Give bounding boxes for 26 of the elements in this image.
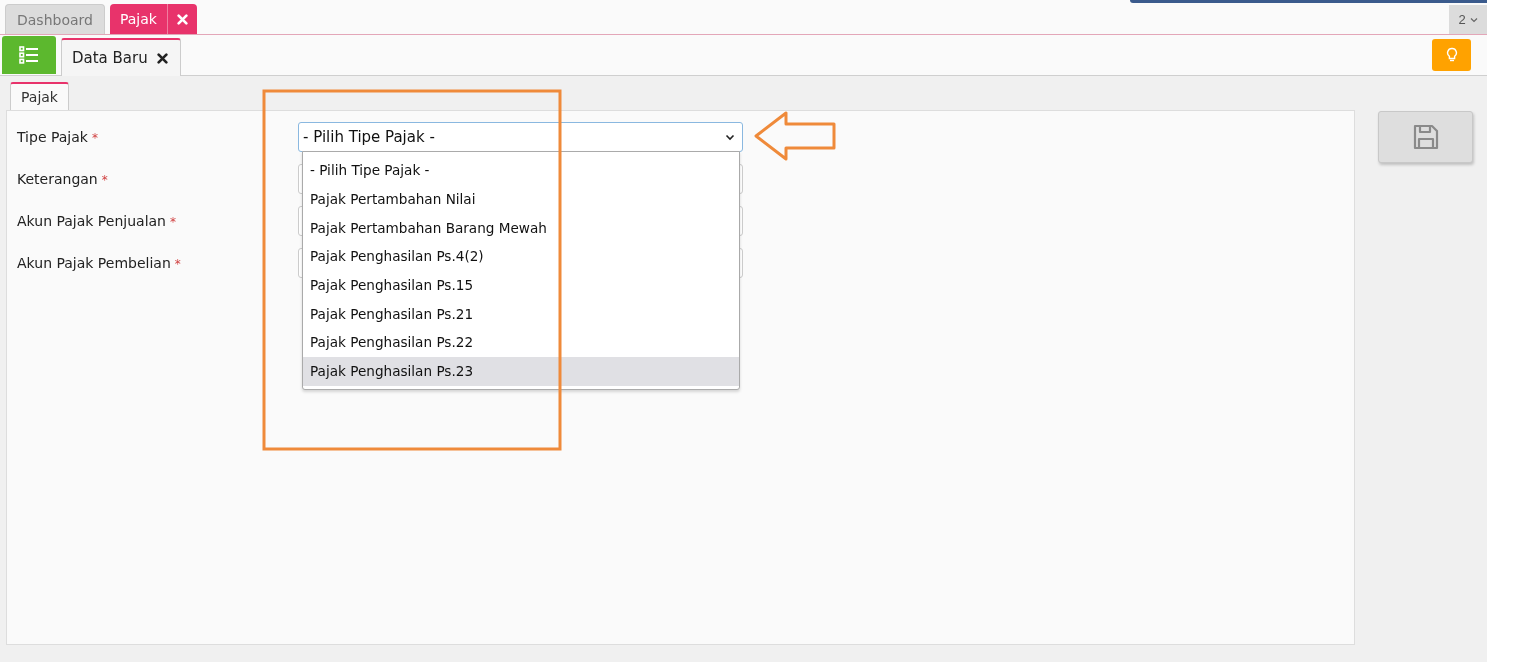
dropdown-option[interactable]: Pajak Penghasilan Ps.4(2) [303, 242, 739, 271]
tab[interactable]: Pajak [10, 82, 69, 110]
lightbulb-button[interactable] [1432, 39, 1471, 71]
list-button[interactable] [2, 36, 56, 74]
field-label: Tipe Pajak * [16, 129, 99, 145]
dropdown-option[interactable]: Pajak Penghasilan Ps.15 [303, 270, 739, 300]
dropdown-option[interactable]: Pajak Penghasilan Ps.23 [303, 356, 739, 386]
arrow-icon [754, 111, 836, 161]
chevron-icon [1469, 16, 1478, 23]
field-label: Keterangan * [16, 171, 109, 187]
dropdown-option[interactable]: Pajak Penghasilan Ps.22 [303, 328, 739, 357]
field-label: Akun Pajak Penjualan * [16, 213, 177, 229]
page-selector[interactable]: 2 [1449, 5, 1487, 34]
dropdown-option[interactable]: Pajak Penghasilan Ps.21 [303, 299, 739, 329]
list-icon [19, 46, 39, 64]
dropdown-option[interactable]: - Pilih Tipe Pajak - [303, 156, 739, 185]
field-label: Akun Pajak Pembelian * [16, 255, 182, 271]
close-icon[interactable] [156, 52, 168, 64]
chevron-icon [725, 133, 735, 141]
select-field[interactable]: - Pilih Tipe Pajak - [298, 122, 743, 152]
save-button[interactable] [1378, 111, 1473, 163]
dropdown-option[interactable]: Pajak Pertambahan Nilai [303, 184, 739, 214]
tab[interactable]: Pajak [109, 4, 197, 34]
dropdown-option[interactable]: Pajak Pertambahan Barang Mewah [303, 213, 739, 243]
tab[interactable]: Data Baru [61, 38, 181, 76]
lightbulb-icon [1445, 47, 1458, 63]
